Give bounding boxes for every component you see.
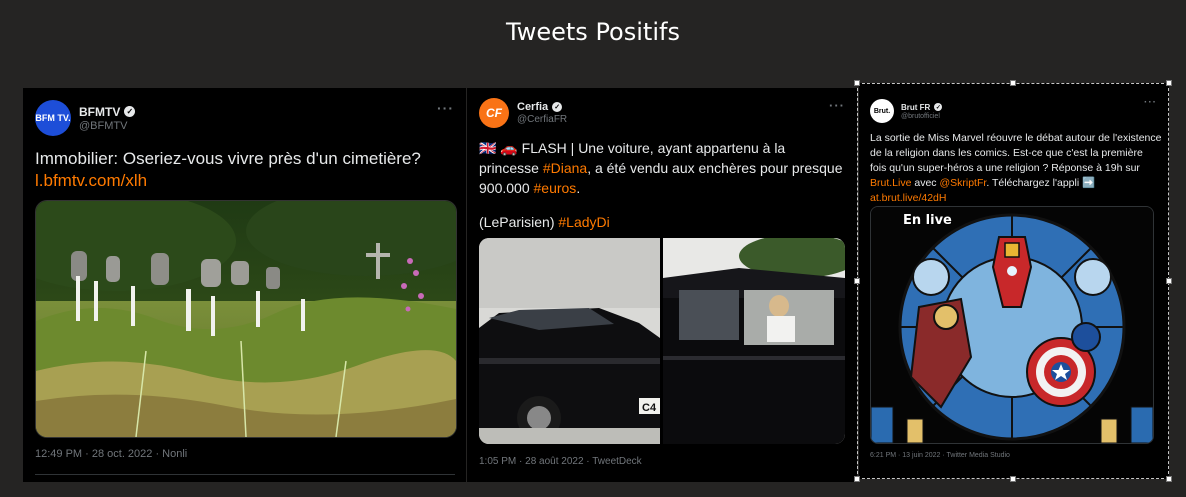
tweet-media-stained-glass[interactable]: En live (870, 206, 1154, 444)
tweet-timestamp[interactable]: 1:05 PM · 28 août 2022 · TweetDeck (479, 456, 642, 467)
divider (35, 474, 455, 475)
resize-handle-right[interactable] (1166, 278, 1172, 284)
more-options-icon[interactable]: ··· (1144, 97, 1157, 108)
account-handle[interactable]: @BFMTV (79, 120, 135, 132)
account-name[interactable]: Cerfia (517, 101, 548, 113)
verified-badge-icon: ✓ (934, 103, 943, 111)
tweet-text: Immobilier: Oseriez-vous vivre près d'un… (35, 148, 455, 192)
hashtag-euros[interactable]: #euros (534, 180, 577, 196)
verified-badge-icon: ✓ (552, 102, 563, 112)
tweet-header: CF Cerfia ✓ @CerfiaFR (479, 98, 567, 128)
flag-car-emoji: 🇬🇧 🚗 (479, 140, 518, 156)
avatar[interactable]: BFM TV. (35, 100, 71, 136)
tweet-header: Brut. Brut FR ✓ @brutofficiel (870, 99, 943, 123)
account-name[interactable]: BFMTV (79, 105, 120, 119)
car-photos: C4 (479, 238, 845, 444)
resize-handle-top-left[interactable] (854, 80, 860, 86)
arrow-right-icon: ➡️ (1082, 177, 1096, 189)
resize-handle-top[interactable] (1010, 80, 1016, 86)
hashtag-ladydi[interactable]: #LadyDi (558, 214, 609, 230)
avatar-logo-text: BFM TV. (35, 112, 71, 123)
tweet-text: La sortie de Miss Marvel réouvre le déba… (870, 132, 1162, 204)
short-link[interactable]: at.brut.live/42dH (870, 192, 946, 204)
resize-handle-bottom[interactable] (1010, 476, 1016, 482)
tweet-card-bfmtv[interactable]: BFM TV. BFMTV ✓ @BFMTV ··· Immobilier: O… (23, 88, 466, 482)
tweet-link[interactable]: l.bfmtv.com/xlh (35, 171, 147, 190)
tweet-card-cerfia[interactable]: CF Cerfia ✓ @CerfiaFR ··· 🇬🇧 🚗 FLASH | U… (467, 88, 857, 482)
tweet-body: Immobilier: Oseriez-vous vivre près d'un… (35, 149, 421, 168)
hashtag-diana[interactable]: #Diana (543, 160, 587, 176)
license-plate-text: C4 (642, 402, 657, 414)
avatar-logo-text: Brut. (873, 107, 891, 115)
tweet-media-diana-car[interactable]: C4 (479, 238, 845, 444)
account-name[interactable]: Brut FR (901, 103, 930, 112)
tweet-media-cemetery[interactable] (35, 200, 457, 438)
resize-handle-left[interactable] (854, 278, 860, 284)
resize-handle-bottom-left[interactable] (854, 476, 860, 482)
tweet-card-brut[interactable]: Brut. Brut FR ✓ @brutofficiel ··· La sor… (859, 83, 1169, 479)
account-handle[interactable]: @brutofficiel (901, 113, 942, 120)
tweet-credit: (LeParisien) (479, 214, 555, 230)
link-brut-live[interactable]: Brut.Live (870, 177, 911, 189)
avatar-logo-text: CF (486, 106, 502, 120)
tweet-text: 🇬🇧 🚗 FLASH | Une voiture, ayant apparten… (479, 140, 843, 230)
tweet-timestamp[interactable]: 12:49 PM · 28 oct. 2022 · Nonli (35, 448, 187, 460)
avatar[interactable]: CF (479, 98, 509, 128)
more-options-icon[interactable]: ··· (437, 100, 454, 116)
more-options-icon[interactable]: ··· (829, 98, 845, 113)
avatar[interactable]: Brut. (870, 99, 894, 123)
slide-title: Tweets Positifs (506, 18, 680, 46)
account-handle[interactable]: @CerfiaFR (517, 114, 567, 125)
mention-skriptfr[interactable]: @SkriptFr (939, 177, 986, 189)
resize-handle-bottom-right[interactable] (1166, 476, 1172, 482)
cemetery-photo (36, 201, 456, 437)
tweet-header: BFM TV. BFMTV ✓ @BFMTV (35, 100, 136, 136)
superhero-stained-glass (871, 207, 1153, 443)
tweet-timestamp[interactable]: 6:21 PM · 13 juin 2022 · Twitter Media S… (870, 452, 1010, 459)
media-live-badge: En live (903, 213, 952, 228)
verified-badge-icon: ✓ (124, 106, 136, 117)
resize-handle-top-right[interactable] (1166, 80, 1172, 86)
